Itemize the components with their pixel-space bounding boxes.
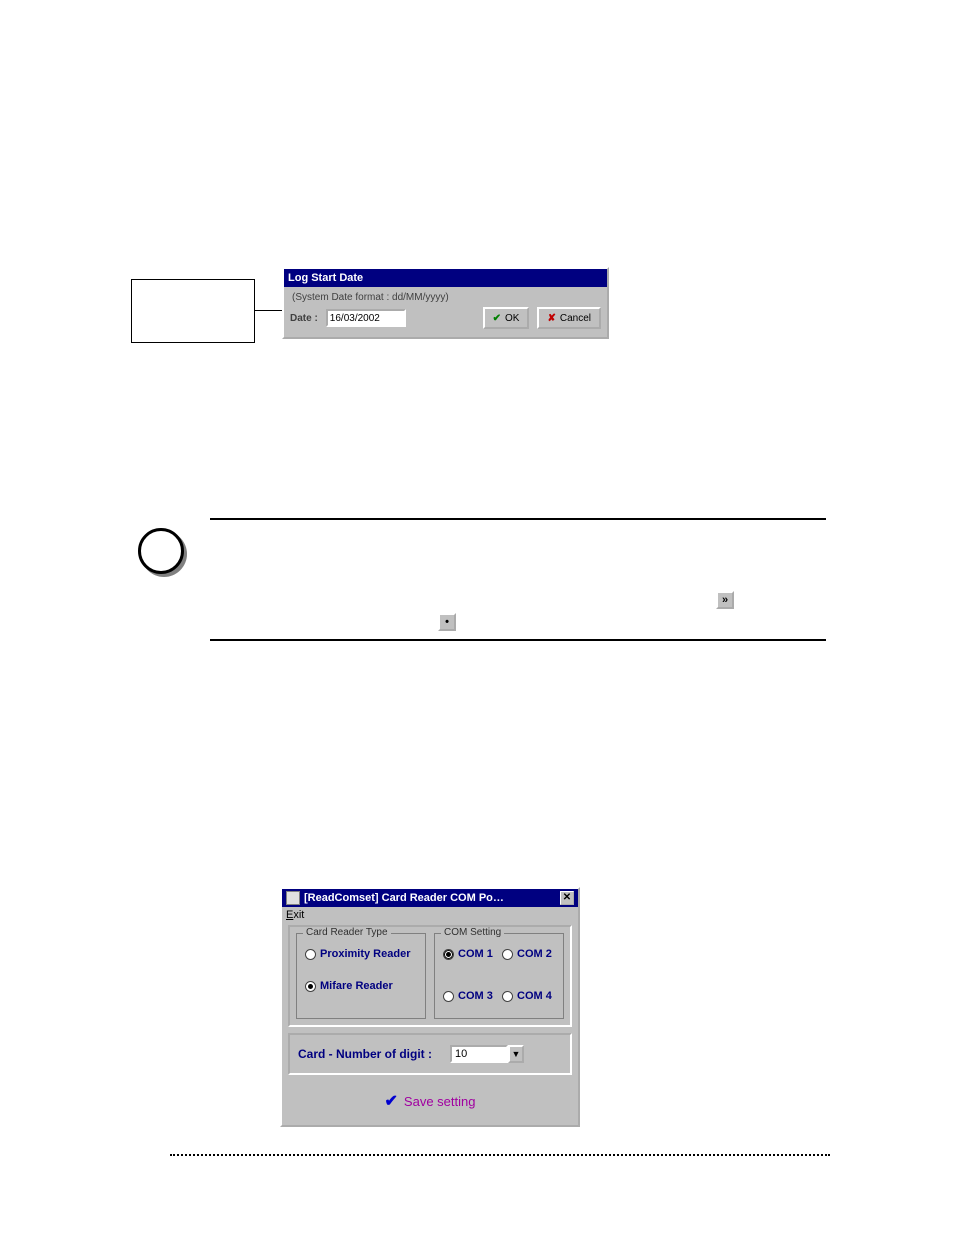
step-circle [138,528,184,574]
cancel-button-label: Cancel [560,313,591,324]
date-input[interactable] [326,309,406,327]
card-reader-type-legend: Card Reader Type [303,927,391,938]
chevron-right-icon: » [722,594,728,606]
card-digit-input[interactable] [450,1045,508,1063]
ok-button[interactable]: ✔ OK [483,307,530,329]
save-setting-label: Save setting [404,1094,476,1109]
log-start-date-dialog: Log Start Date (System Date format : dd/… [282,267,609,339]
menu-exit-rest: xit [293,909,304,921]
dialog2-title-text: [ReadComset] Card Reader COM Po… [304,892,504,904]
radio-selected-icon [305,981,316,992]
com-setting-legend: COM Setting [441,927,504,938]
radio-icon [502,991,513,1002]
card-digit-panel: Card - Number of digit : ▼ [288,1033,572,1075]
close-icon[interactable]: ✕ [560,891,574,905]
ok-button-label: OK [505,313,519,324]
card-reader-type-group: Card Reader Type Proximity Reader Mifare… [296,933,426,1019]
proximity-reader-radio[interactable]: Proximity Reader [305,948,417,960]
menu-bar: Exit [282,907,578,923]
menu-exit[interactable]: Exit [286,909,304,921]
x-icon: ✘ [547,313,555,324]
proximity-reader-label: Proximity Reader [320,948,410,960]
readcomset-dialog: [ReadComset] Card Reader COM Po… ✕ Exit … [280,887,580,1127]
chevron-right-icon-button[interactable]: » [716,591,734,609]
callout-box [131,279,255,343]
com3-radio[interactable]: COM 3 [443,990,496,1002]
save-setting-button[interactable]: ✔ Save setting [282,1081,578,1125]
dot-icon: • [445,616,449,628]
com1-label: COM 1 [458,948,493,960]
dialog2-titlebar[interactable]: [ReadComset] Card Reader COM Po… ✕ [282,889,578,907]
dialog1-title-text: Log Start Date [288,272,363,284]
check-icon: ✔ [385,1093,398,1110]
mifare-reader-radio[interactable]: Mifare Reader [305,980,417,992]
chevron-down-icon[interactable]: ▼ [508,1045,524,1063]
com1-radio[interactable]: COM 1 [443,948,496,960]
dialog1-titlebar[interactable]: Log Start Date [284,269,607,287]
horizontal-rule-bottom [210,639,826,641]
date-label: Date : [290,313,318,324]
card-digit-label: Card - Number of digit : [298,1047,432,1061]
com-setting-group: COM Setting COM 1 COM 2 COM 3 [434,933,564,1019]
mifare-reader-label: Mifare Reader [320,980,393,992]
com2-radio[interactable]: COM 2 [502,948,555,960]
horizontal-rule-top [210,518,826,520]
dot-icon-button[interactable]: • [438,613,456,631]
radio-icon [305,949,316,960]
com4-radio[interactable]: COM 4 [502,990,555,1002]
com3-label: COM 3 [458,990,493,1002]
app-icon [286,891,300,905]
com2-label: COM 2 [517,948,552,960]
com4-label: COM 4 [517,990,552,1002]
check-icon: ✔ [493,313,501,324]
card-digit-combo[interactable]: ▼ [450,1045,524,1063]
radio-icon [502,949,513,960]
cancel-button[interactable]: ✘ Cancel [537,307,601,329]
radio-selected-icon [443,949,454,960]
radio-icon [443,991,454,1002]
date-format-hint: (System Date format : dd/MM/yyyy) [290,291,601,307]
dotted-separator [170,1154,830,1156]
